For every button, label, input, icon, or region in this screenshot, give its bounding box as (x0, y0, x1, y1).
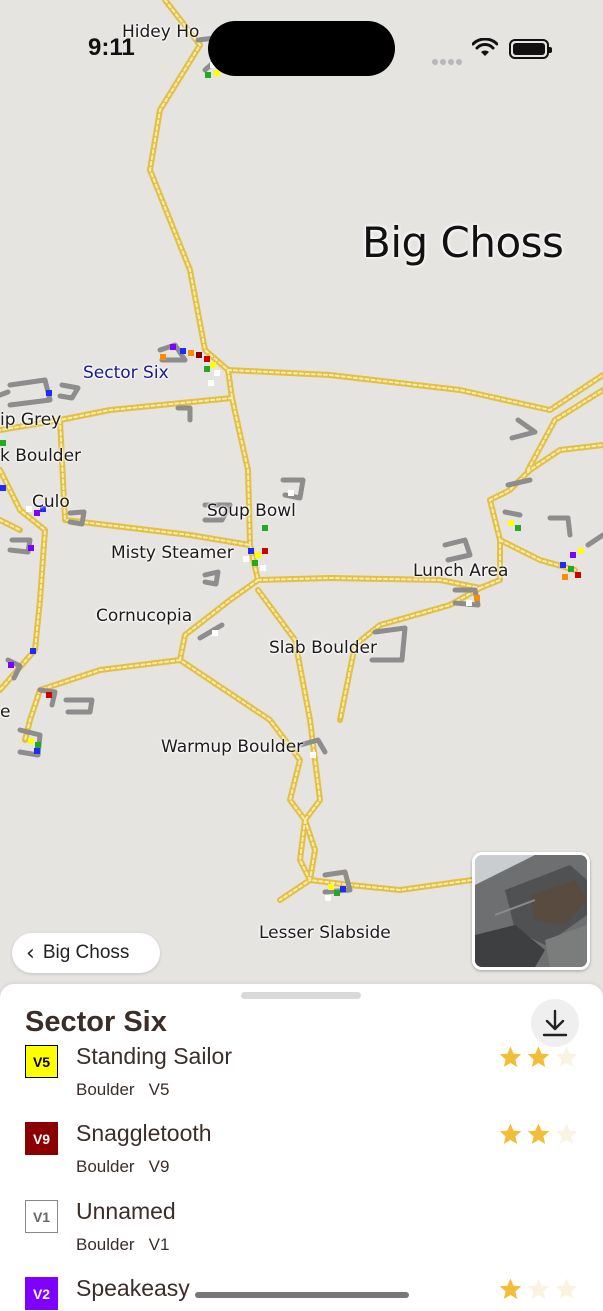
star-empty-icon (555, 1123, 578, 1144)
area-detail-sheet[interactable]: Sector Six V5 Standing Sailor Boulder V5 … (0, 984, 603, 1311)
route-grade: V5 (148, 1080, 170, 1099)
route-type: Boulder (76, 1080, 135, 1099)
map-view[interactable]: Hidey Ho Sector Six ip Grey k Boulder Cu… (0, 0, 603, 1000)
area-title: Big Choss (362, 218, 564, 267)
map-label-culo[interactable]: Culo (32, 492, 70, 512)
route-meta: Boulder V5 (76, 1080, 169, 1100)
back-button[interactable]: ‹ Big Choss (12, 933, 160, 973)
route-row-standing-sailor[interactable]: V5 Standing Sailor Boulder V5 (0, 1043, 603, 1122)
sheet-title: Sector Six (25, 1006, 167, 1038)
trail-network (0, 0, 603, 903)
map-label-grip-grey[interactable]: ip Grey (0, 410, 61, 430)
star-filled-icon (527, 1046, 550, 1067)
grade-badge: V2 (25, 1277, 58, 1310)
grade-badge: V5 (25, 1045, 58, 1078)
route-row-snaggletooth[interactable]: V9 Snaggletooth Boulder V9 (0, 1120, 603, 1199)
star-filled-icon (499, 1123, 522, 1144)
map-label-warmup-boulder[interactable]: Warmup Boulder (161, 737, 303, 757)
wifi-icon (472, 38, 498, 56)
map-label-lunch-area[interactable]: Lunch Area (413, 561, 508, 581)
star-rating (498, 1045, 579, 1070)
star-empty-icon (555, 1046, 578, 1067)
route-grade: V1 (148, 1235, 170, 1254)
route-name: Unnamed (76, 1198, 176, 1224)
battery-icon (509, 39, 552, 59)
route-name: Standing Sailor (76, 1043, 232, 1069)
star-filled-icon (527, 1123, 550, 1144)
cellular-signal-icon (432, 50, 464, 69)
dynamic-island (208, 21, 395, 76)
sheet-grabber[interactable] (241, 992, 361, 999)
star-rating (498, 1277, 579, 1302)
route-name: Speakeasy (76, 1275, 190, 1301)
grade-badge: V9 (25, 1122, 58, 1155)
map-label-cornucopia[interactable]: Cornucopia (96, 606, 192, 626)
download-button[interactable] (531, 999, 579, 1047)
route-row-unnamed[interactable]: V1 Unnamed Boulder V1 (0, 1198, 603, 1277)
star-rating (498, 1122, 579, 1147)
download-icon (542, 1009, 568, 1037)
star-filled-icon (499, 1278, 522, 1299)
star-empty-icon (527, 1278, 550, 1299)
back-button-label: Big Choss (42, 942, 130, 963)
chevron-left-icon: ‹ (26, 940, 35, 966)
map-label-slab-boulder[interactable]: Slab Boulder (269, 638, 377, 658)
photo-thumbnail[interactable] (472, 852, 590, 970)
route-grade: V9 (148, 1157, 170, 1176)
route-type: Boulder (76, 1235, 135, 1254)
route-name: Snaggletooth (76, 1120, 212, 1146)
map-label-e-fragment[interactable]: e (0, 702, 10, 722)
route-meta: Boulder V9 (76, 1157, 169, 1177)
status-time: 9:11 (88, 34, 135, 61)
route-meta: Boulder V1 (76, 1235, 169, 1255)
map-label-soup-bowl[interactable]: Soup Bowl (207, 501, 296, 521)
map-label-sector-six[interactable]: Sector Six (83, 363, 169, 383)
grade-badge: V1 (25, 1200, 58, 1233)
map-label-misty-steamer[interactable]: Misty Steamer (111, 543, 234, 563)
star-empty-icon (555, 1278, 578, 1299)
home-indicator (195, 1292, 409, 1298)
route-type: Boulder (76, 1157, 135, 1176)
star-filled-icon (499, 1046, 522, 1067)
map-label-lesser-slabside[interactable]: Lesser Slabside (259, 923, 391, 943)
map-label-k-boulder[interactable]: k Boulder (0, 446, 81, 466)
